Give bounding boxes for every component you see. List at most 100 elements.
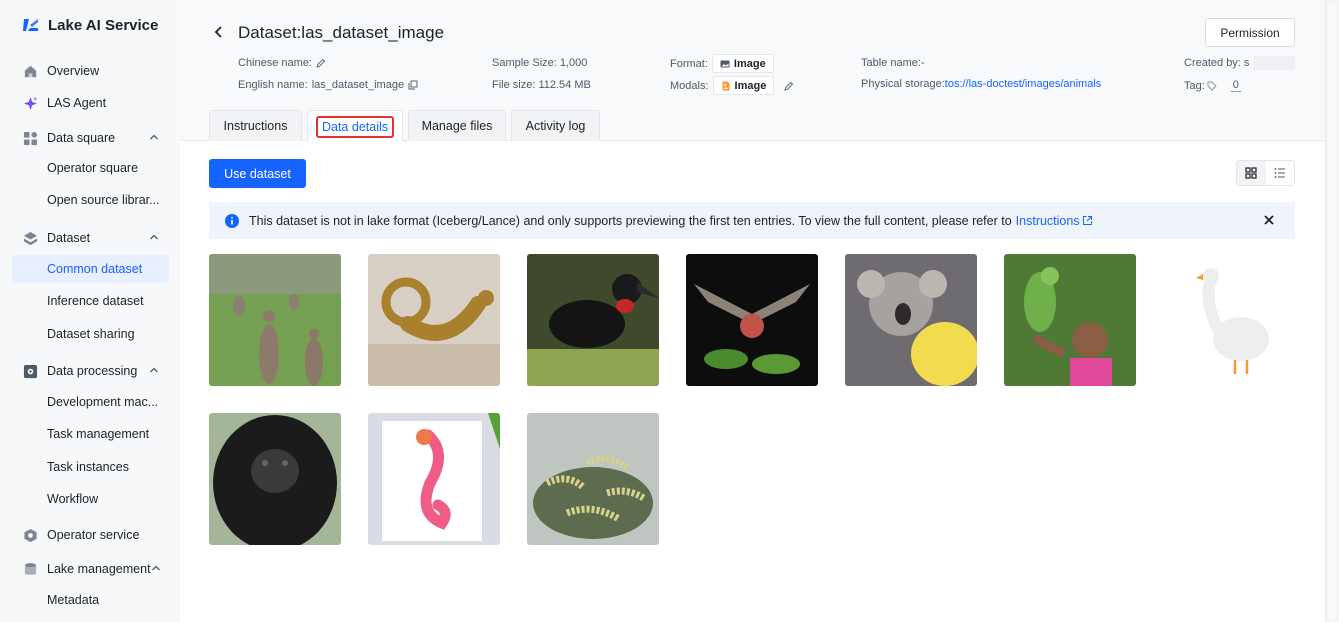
tab-activity-log[interactable]: Activity log (511, 110, 600, 141)
tab-data-details[interactable]: Data details (307, 110, 403, 142)
layers-icon (22, 230, 38, 246)
image-thumbnail-parrot[interactable] (1004, 254, 1136, 386)
use-dataset-button[interactable]: Use dataset (209, 159, 306, 188)
created-by-label: Created by: s (1184, 57, 1250, 69)
modals-value: Image (734, 79, 767, 92)
grid-icon (22, 130, 38, 146)
sidebar-item-label: Operator service (47, 528, 140, 542)
image-thumbnail-seahorse[interactable] (368, 413, 500, 545)
file-size: File size: 112.54 MB (492, 79, 591, 91)
sidebar-item-inference-dataset[interactable]: Inference dataset (12, 287, 169, 315)
sidebar-item-label: LAS Agent (47, 96, 107, 110)
sidebar-item-dataset[interactable]: Dataset (12, 224, 169, 252)
modals-label: Modals: (670, 79, 709, 92)
sidebar-item-label: Lake management (47, 562, 151, 576)
image-thumbnail-koala[interactable] (845, 254, 977, 386)
image-icon (720, 60, 730, 67)
image-thumbnail-goose[interactable] (1163, 254, 1295, 386)
sidebar-item-dataset-sharing[interactable]: Dataset sharing (12, 320, 169, 348)
sidebar-item-lake-management[interactable]: Lake management (12, 555, 169, 583)
tag-label: Tag: (1184, 79, 1205, 92)
hexagon-icon (22, 527, 38, 543)
copy-icon[interactable] (408, 80, 418, 90)
view-mode-toggle (1236, 160, 1295, 186)
list-view-icon (1274, 168, 1285, 178)
sparkle-icon (22, 95, 38, 111)
physical-storage-field: Physical storage: tos://las-doctest/imag… (861, 78, 1101, 90)
banner-text: This dataset is not in lake format (Iceb… (249, 213, 1012, 228)
app-name: Lake AI Service (48, 16, 159, 34)
back-arrow-icon[interactable] (212, 25, 226, 39)
sidebar-item-las-agent[interactable]: LAS Agent (12, 89, 169, 117)
created-by-field: Created by: s (1184, 56, 1296, 70)
grid-view-icon (1245, 167, 1257, 179)
tab-label: Data details (315, 115, 394, 138)
tag-count[interactable]: 0 (1230, 79, 1241, 92)
edit-icon[interactable] (784, 81, 794, 91)
tab-instructions[interactable]: Instructions (209, 110, 302, 141)
edit-icon[interactable] (316, 58, 326, 68)
dataset-header: Dataset:las_dataset_image Permission Chi… (180, 0, 1325, 142)
sidebar-item-operator-service[interactable]: Operator service (12, 521, 169, 549)
sidebar-item-data-processing[interactable]: Data processing (12, 357, 169, 385)
sidebar-item-task-instances[interactable]: Task instances (12, 453, 169, 481)
sample-size: Sample Size: 1,000 (492, 57, 588, 69)
image-thumbnail-caterpillars[interactable] (527, 413, 659, 545)
modals-field: Modals: Image (670, 76, 794, 95)
sidebar-item-overview[interactable]: Overview (12, 57, 169, 85)
tag-icon (1207, 81, 1217, 91)
format-chip: Image (711, 54, 774, 73)
english-name-field: English name: las_dataset_image (238, 79, 418, 91)
tag-field: Tag: 0 (1184, 79, 1241, 92)
home-icon (22, 63, 38, 79)
image-thumbnail-kangaroos[interactable] (209, 254, 341, 386)
chevron-up-icon (150, 234, 158, 240)
chevron-up-icon (152, 565, 160, 571)
info-icon (225, 213, 239, 228)
sidebar-item-development-machine[interactable]: Development mac... (12, 388, 169, 416)
image-file-icon (722, 81, 730, 90)
sidebar-item-label: Dataset (47, 231, 91, 245)
sidebar-item-workflow[interactable]: Workflow (12, 485, 169, 513)
instructions-link-label: Instructions (1015, 213, 1080, 228)
database-icon (22, 561, 38, 577)
grid-view-button[interactable] (1237, 161, 1266, 185)
sidebar-item-metadata[interactable]: Metadata (12, 586, 169, 614)
chevron-up-icon (150, 134, 158, 140)
image-thumbnail-lizard[interactable] (368, 254, 500, 386)
format-label: Format: (670, 57, 708, 70)
image-thumbnail-hornbill[interactable] (527, 254, 659, 386)
image-thumbnail-bat[interactable] (686, 254, 818, 386)
close-icon[interactable] (1263, 214, 1275, 226)
page-title: Dataset:las_dataset_image (238, 23, 445, 42)
format-field: Format: Image (670, 54, 774, 73)
chinese-name-field: Chinese name: (238, 57, 326, 69)
chinese-name-label: Chinese name: (238, 57, 312, 69)
list-view-button[interactable] (1266, 161, 1295, 185)
sidebar: Lake AI Service Overview LAS Agent Data … (0, 0, 180, 622)
instructions-link[interactable]: Instructions (1016, 214, 1093, 228)
tab-manage-files[interactable]: Manage files (408, 110, 506, 141)
modals-chip: Image (712, 76, 775, 95)
sidebar-item-data-square[interactable]: Data square (12, 124, 169, 152)
chevron-up-icon (150, 367, 158, 373)
sidebar-item-open-source-library[interactable]: Open source librar... (12, 186, 169, 214)
gear-box-icon (22, 363, 38, 379)
external-link-icon (1082, 216, 1092, 225)
english-name-label: English name: (238, 79, 308, 91)
main-content: Dataset:las_dataset_image Permission Chi… (180, 0, 1325, 622)
sidebar-item-operator-square[interactable]: Operator square (12, 154, 169, 182)
physical-storage-link[interactable]: tos://las-doctest/images/animals (945, 78, 1102, 90)
physical-storage-label: Physical storage: (861, 78, 945, 90)
sidebar-item-label: Data processing (47, 364, 138, 378)
sidebar-item-task-management[interactable]: Task management (12, 420, 169, 448)
sidebar-item-common-dataset[interactable]: Common dataset (12, 255, 169, 283)
sidebar-item-label: Overview (47, 64, 100, 78)
scrollbar-thumb[interactable] (1328, 2, 1336, 620)
permission-button[interactable]: Permission (1205, 18, 1295, 47)
image-thumbnail-gorilla[interactable] (209, 413, 341, 545)
sidebar-item-label: Data square (47, 131, 116, 145)
lake-logo-icon (23, 19, 38, 31)
brand[interactable]: Lake AI Service (22, 16, 158, 34)
info-banner: This dataset is not in lake format (Iceb… (209, 202, 1295, 239)
